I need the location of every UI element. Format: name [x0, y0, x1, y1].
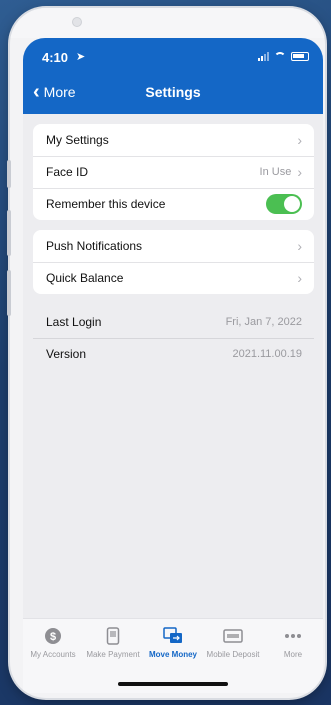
dollar-icon: $ [44, 627, 62, 645]
row-remember-device: Remember this device [33, 188, 314, 220]
status-time: 4:10 [42, 50, 69, 65]
row-label: Face ID [46, 165, 89, 179]
row-label: Last Login [46, 315, 102, 329]
tab-label: Mobile Deposit [206, 650, 260, 659]
last-login-value: Fri, Jan 7, 2022 [225, 316, 302, 328]
app-screen: 4:10 ➤ ‹ More Settings My Settings › Fac… [23, 38, 323, 693]
chevron-right-icon: › [297, 238, 302, 254]
battery-icon [291, 51, 309, 61]
camera-icon [72, 17, 82, 27]
tab-more[interactable]: More [263, 627, 323, 659]
version-value: 2021.11.00.19 [232, 348, 302, 360]
phone-top-bezel [10, 8, 325, 38]
phone-payment-icon [106, 627, 120, 645]
phone-side-button [7, 160, 11, 188]
status-icons [258, 51, 309, 61]
tab-label: My Accounts [30, 650, 76, 659]
row-label: Version [46, 347, 87, 361]
signal-icon [258, 51, 269, 61]
phone-side-button [7, 270, 11, 316]
phone-side-button [7, 210, 11, 256]
chevron-right-icon: › [297, 164, 302, 180]
home-indicator[interactable] [118, 682, 228, 686]
tab-bar: $ My Accounts Make Payment Move Money Mo… [23, 618, 323, 693]
tab-my-accounts[interactable]: $ My Accounts [23, 627, 83, 659]
tab-label: Move Money [148, 650, 197, 659]
back-label: More [43, 84, 76, 100]
chevron-right-icon: › [297, 132, 302, 148]
toggle-knob [284, 196, 300, 212]
row-push-notifications[interactable]: Push Notifications › [33, 230, 314, 262]
phone-frame: 4:10 ➤ ‹ More Settings My Settings › Fac… [10, 8, 325, 698]
svg-text:$: $ [50, 631, 56, 643]
tab-mobile-deposit[interactable]: Mobile Deposit [203, 627, 263, 659]
row-my-settings[interactable]: My Settings › [33, 124, 314, 156]
row-label: Remember this device [46, 197, 166, 211]
chevron-right-icon: › [297, 270, 302, 286]
location-arrow-icon: ➤ [76, 51, 86, 63]
row-face-id[interactable]: Face ID In Use › [33, 156, 314, 188]
status-bar: 4:10 ➤ [23, 38, 323, 72]
settings-group-primary: My Settings › Face ID In Use › Remember … [33, 124, 314, 220]
settings-group-notifications: Push Notifications › Quick Balance › [33, 230, 314, 294]
nav-bar: ‹ More Settings [23, 74, 323, 114]
more-dots-icon [284, 627, 302, 645]
check-deposit-icon [223, 627, 243, 645]
back-button[interactable]: ‹ More [33, 81, 76, 103]
row-version: Version 2021.11.00.19 [33, 338, 314, 370]
row-label: Push Notifications [46, 239, 143, 253]
chevron-left-icon: ‹ [33, 81, 40, 103]
info-section: Last Login Fri, Jan 7, 2022 Version 2021… [33, 306, 314, 370]
row-label: Quick Balance [46, 271, 124, 285]
app-header: 4:10 ➤ ‹ More Settings [23, 38, 323, 114]
tab-make-payment[interactable]: Make Payment [83, 627, 143, 659]
tab-move-money[interactable]: Move Money [143, 627, 203, 659]
tab-label: Make Payment [86, 650, 140, 659]
wifi-icon [274, 51, 286, 61]
row-last-login: Last Login Fri, Jan 7, 2022 [33, 306, 314, 338]
remember-device-toggle[interactable] [266, 194, 302, 214]
row-quick-balance[interactable]: Quick Balance › [33, 262, 314, 294]
face-id-status: In Use [259, 166, 292, 178]
transfer-icon [163, 627, 183, 645]
row-label: My Settings [46, 133, 109, 147]
tab-label: More [283, 650, 303, 659]
